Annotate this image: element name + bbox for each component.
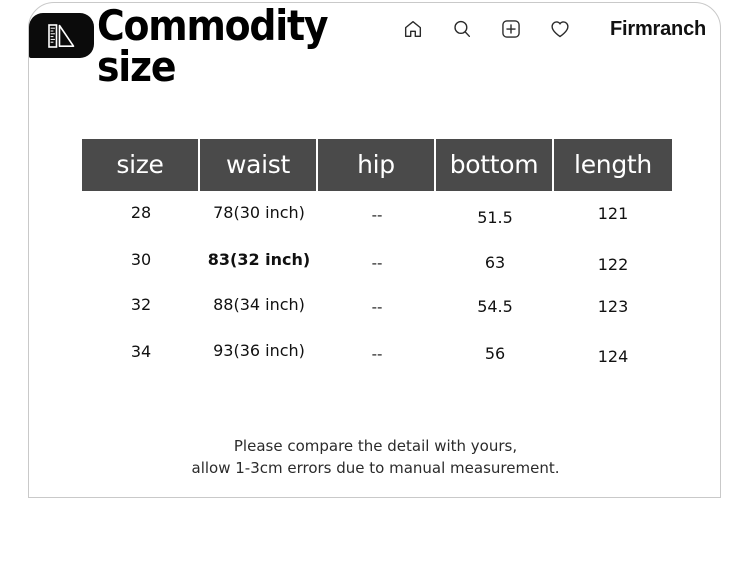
- card-header: Commodity size: [29, 3, 722, 113]
- page-title: Commodity size: [97, 5, 417, 87]
- cell-bottom: 63: [436, 239, 554, 285]
- cell-waist: 78(30 inch): [200, 189, 318, 235]
- column-header-hip: hip: [318, 139, 436, 191]
- column-header-size: size: [82, 139, 200, 191]
- set-square-ruler-icon: [29, 13, 94, 58]
- cell-size: 34: [82, 328, 200, 374]
- table-row: 34 93(36 inch) -- 56 124: [82, 329, 672, 375]
- commodity-size-card: Commodity size: [28, 2, 721, 498]
- table-header-row: size waist hip bottom length: [82, 139, 672, 191]
- column-header-bottom: bottom: [436, 139, 554, 191]
- cell-length: 121: [554, 190, 672, 236]
- cell-waist: 93(36 inch): [200, 327, 318, 373]
- cell-length: 123: [554, 283, 672, 329]
- cell-size: 28: [82, 189, 200, 235]
- header-nav: Firmranch: [401, 17, 706, 41]
- column-header-waist: waist: [200, 139, 318, 191]
- cell-hip: --: [318, 240, 436, 286]
- cell-waist: 88(34 inch): [200, 281, 318, 327]
- home-icon[interactable]: [401, 17, 425, 41]
- note-line-2: allow 1-3cm errors due to manual measure…: [29, 457, 722, 479]
- cell-hip: --: [318, 284, 436, 330]
- search-icon[interactable]: [450, 17, 474, 41]
- column-header-length: length: [554, 139, 672, 191]
- cell-bottom: 56: [436, 330, 554, 376]
- note-line-1: Please compare the detail with yours,: [29, 435, 722, 457]
- table-row: 28 78(30 inch) -- 51.5 121: [82, 191, 672, 237]
- cell-hip: --: [318, 192, 436, 238]
- page-title-line-2: size: [97, 42, 175, 91]
- table-row: 32 88(34 inch) -- 54.5 123: [82, 283, 672, 329]
- brand-name: Firmranch: [610, 18, 706, 41]
- table-row: 30 83(32 inch) -- 63 122: [82, 237, 672, 283]
- cell-length: 124: [554, 333, 672, 379]
- heart-icon[interactable]: [548, 17, 572, 41]
- cell-size: 30: [82, 236, 200, 282]
- size-table: size waist hip bottom length 28 78(30 in…: [82, 139, 672, 375]
- cell-hip: --: [318, 331, 436, 377]
- cell-waist: 83(32 inch): [200, 236, 318, 282]
- cell-bottom: 51.5: [436, 194, 554, 240]
- measurement-note: Please compare the detail with yours, al…: [29, 435, 722, 479]
- cell-bottom: 54.5: [436, 283, 554, 329]
- cell-size: 32: [82, 281, 200, 327]
- cell-length: 122: [554, 241, 672, 287]
- plus-box-icon[interactable]: [499, 17, 523, 41]
